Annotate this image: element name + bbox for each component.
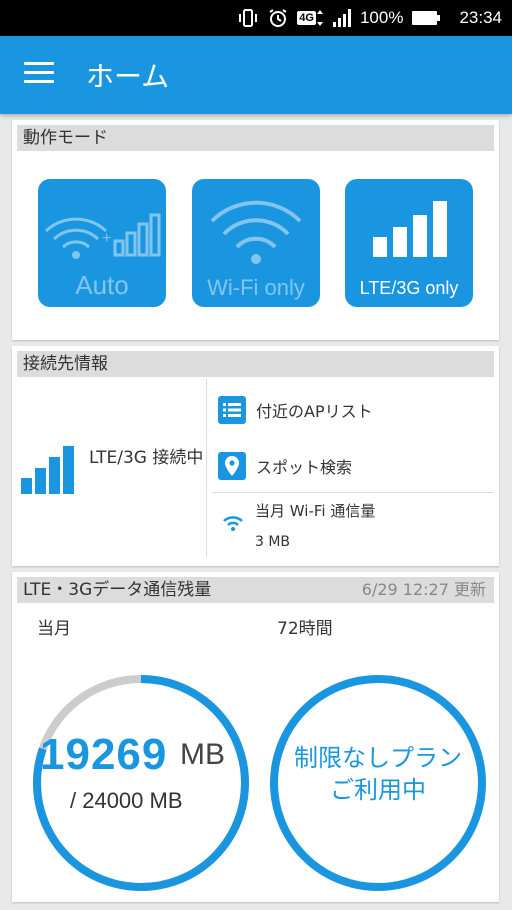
- hours-label: 72時間: [277, 619, 333, 639]
- status-icons: 4G 100% 23:34: [237, 0, 502, 36]
- plan-line-2: ご利用中: [330, 776, 426, 804]
- remaining-value: 19269: [40, 730, 168, 779]
- mode-auto-button[interactable]: + Auto: [38, 179, 166, 307]
- alarm-icon: [267, 7, 289, 29]
- nearby-ap-list-link[interactable]: 付近のAPリスト: [218, 394, 373, 426]
- last-updated: 6/29 12:27 更新: [361, 580, 486, 599]
- vibrate-icon: [237, 7, 259, 29]
- spot-search-label: スポット検索: [256, 458, 353, 477]
- mode-wifi-label: Wi-Fi only: [207, 275, 305, 300]
- mode-lte-button[interactable]: LTE/3G only: [345, 179, 473, 307]
- remaining-data-header: LTE・3Gデータ通信残量 6/29 12:27 更新: [17, 577, 494, 603]
- mode-lte-label: LTE/3G only: [359, 278, 459, 298]
- remaining-data-title: LTE・3Gデータ通信残量: [23, 580, 212, 600]
- svg-text:+: +: [102, 230, 111, 247]
- horizontal-divider: [212, 492, 494, 493]
- operation-mode-header: 動作モード: [17, 125, 494, 151]
- mode-auto-label: Auto: [75, 270, 129, 300]
- wifi-usage-icon: [223, 516, 243, 531]
- plan-line-1: 制限なしプラン: [294, 744, 462, 772]
- app-bar: ホーム: [0, 36, 512, 114]
- battery-icon: [411, 9, 441, 27]
- connection-status: LTE/3G 接続中: [89, 448, 204, 468]
- connection-info-header: 接続先情報: [17, 351, 494, 377]
- location-pin-icon: [218, 452, 246, 480]
- remaining-unit: MB: [180, 738, 225, 771]
- mode-wifi-button[interactable]: Wi-Fi only: [192, 179, 320, 307]
- 4g-icon: 4G: [297, 9, 324, 27]
- operation-mode-card: 動作モード + Auto Wi-Fi only LTE/3G only: [12, 120, 499, 340]
- hamburger-menu-icon[interactable]: [24, 62, 54, 86]
- battery-percent: 100%: [359, 8, 404, 27]
- connection-info-card: 接続先情報 LTE/3G 接続中 付近のAPリスト スポット検索 当月 Wi-F…: [12, 346, 499, 566]
- spot-search-link[interactable]: スポット検索: [218, 450, 352, 482]
- wifi-usage-value: 3 MB: [255, 534, 291, 550]
- remaining-gauge: [33, 675, 249, 891]
- lte-signal-icon: [21, 446, 74, 494]
- total-allowance: / 24000 MB: [70, 788, 183, 813]
- list-icon: [218, 396, 246, 424]
- plan-status: 制限なしプラン ご利用中: [268, 742, 488, 806]
- vertical-divider: [206, 379, 207, 557]
- month-label: 当月: [37, 619, 71, 639]
- clock: 23:34: [459, 8, 502, 27]
- wifi-usage-label: 当月 Wi-Fi 通信量: [255, 502, 376, 520]
- remaining-data-card: LTE・3Gデータ通信残量 6/29 12:27 更新 当月 72時間 1926…: [12, 572, 499, 902]
- page-title: ホーム: [86, 60, 170, 93]
- signal-icon: [332, 8, 352, 28]
- nearby-ap-list-label: 付近のAPリスト: [256, 402, 373, 421]
- status-bar: 4G 100% 23:34: [0, 0, 512, 36]
